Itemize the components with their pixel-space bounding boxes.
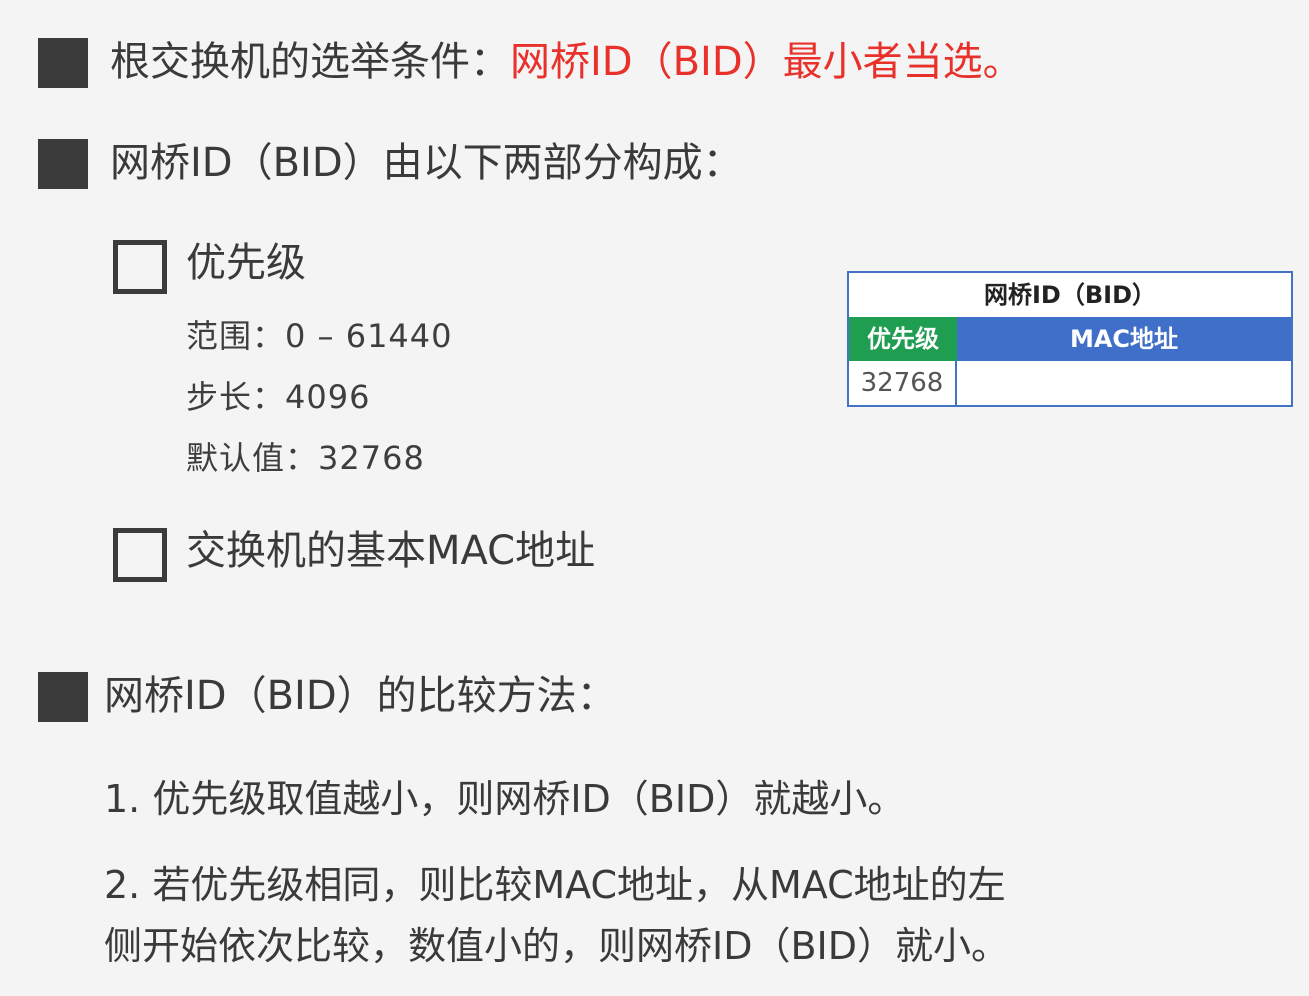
empty-square-bullet-icon (113, 528, 167, 582)
mac-label: 交换机的基本MAC地址 (186, 528, 596, 574)
bid-table-priority-header: 优先级 (849, 317, 957, 361)
empty-square-bullet-icon (113, 240, 167, 294)
bid-table-value-row: 32768 (849, 361, 1291, 405)
bid-comparison-heading: 网桥ID（BID）的比较方法： (104, 673, 617, 719)
election-condition-line: 根交换机的选举条件：网桥ID（BID）最小者当选。 (110, 37, 1023, 87)
comparison-rule-2-line-2: 侧开始依次比较，数值小的，则网桥ID（BID）就小。 (104, 924, 1010, 968)
bid-structure-table: 网桥ID（BID） 优先级 MAC地址 32768 (847, 271, 1293, 407)
election-condition-highlight: 网桥ID（BID）最小者当选。 (510, 39, 1023, 85)
filled-square-bullet-icon (38, 139, 88, 189)
comparison-rule-2-line-1: 2. 若优先级相同，则比较MAC地址，从MAC地址的左 (104, 863, 1006, 907)
filled-square-bullet-icon (38, 38, 88, 88)
bid-table-priority-value: 32768 (849, 361, 957, 405)
election-condition-prefix: 根交换机的选举条件： (110, 39, 510, 85)
bid-table-mac-header: MAC地址 (957, 317, 1291, 361)
bid-composition-heading: 网桥ID（BID）由以下两部分构成： (110, 140, 743, 186)
bid-table-header-row: 优先级 MAC地址 (849, 317, 1291, 361)
filled-square-bullet-icon (38, 672, 88, 722)
comparison-rule-1: 1. 优先级取值越小，则网桥ID（BID）就越小。 (104, 777, 906, 821)
priority-step: 步长：4096 (186, 378, 371, 416)
bid-table-mac-value (957, 361, 1291, 405)
priority-range: 范围：0 – 61440 (186, 317, 453, 355)
priority-default: 默认值：32768 (186, 439, 425, 477)
priority-label: 优先级 (186, 240, 306, 286)
bid-table-title: 网桥ID（BID） (984, 281, 1156, 309)
